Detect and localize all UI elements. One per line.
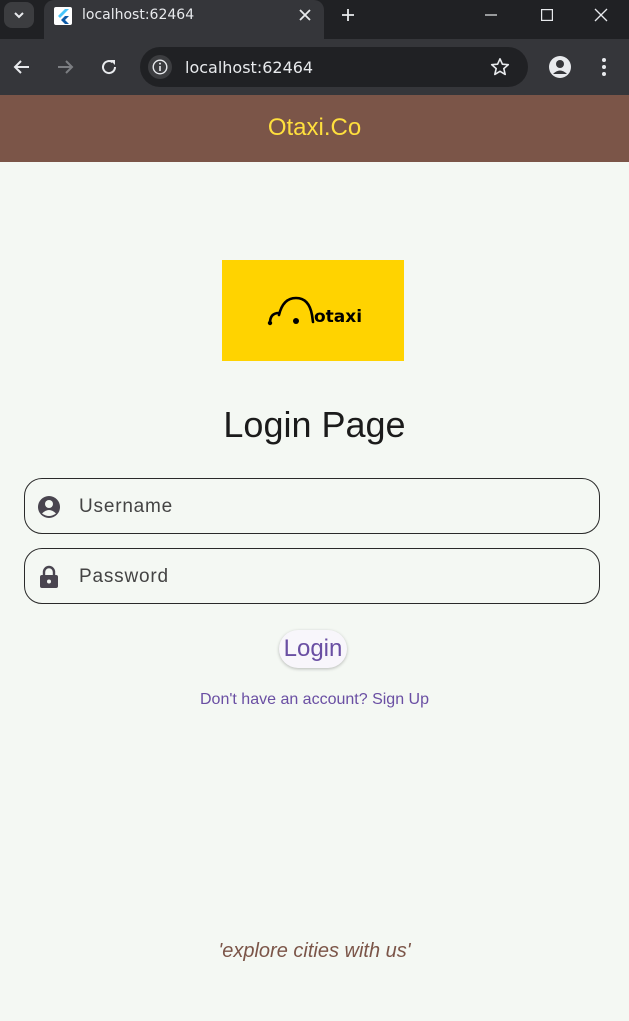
app-bar: Otaxi.Co (0, 95, 629, 162)
reload-button[interactable] (95, 53, 123, 81)
tab-title: localhost:62464 (82, 7, 195, 23)
site-info-button[interactable] (148, 55, 172, 79)
address-bar[interactable]: localhost:62464 (140, 47, 528, 87)
chevron-down-icon (14, 12, 24, 19)
minimize-icon (485, 14, 497, 16)
browser-toolbar: localhost:62464 (0, 39, 629, 95)
info-icon (152, 59, 168, 75)
close-icon (299, 9, 311, 21)
forward-icon (58, 60, 74, 74)
star-icon (490, 58, 510, 76)
otaxi-logo: otaxi (222, 260, 404, 361)
forward-button[interactable] (51, 53, 79, 81)
app-title: Otaxi.Co (267, 113, 362, 141)
reload-icon (102, 60, 117, 75)
login-button[interactable]: Login (279, 630, 347, 668)
tab-search-button[interactable] (4, 2, 34, 28)
taxi-logo-icon: otaxi (267, 296, 362, 327)
window-close-button[interactable] (573, 0, 629, 30)
window-close-icon (594, 8, 608, 22)
username-input[interactable] (77, 479, 581, 535)
account-circle-icon (38, 496, 60, 518)
browser-tab-strip: localhost:62464 (0, 0, 629, 39)
page-title: Login Page (223, 404, 406, 445)
profile-icon (549, 56, 571, 78)
browser-menu-button[interactable] (590, 53, 618, 81)
bookmark-button[interactable] (488, 55, 512, 79)
back-button[interactable] (8, 53, 36, 81)
flutter-favicon-icon (54, 7, 72, 25)
lock-icon (40, 565, 58, 588)
minimize-button[interactable] (463, 0, 519, 30)
username-field[interactable] (24, 478, 600, 535)
signup-link[interactable]: Don't have an account? Sign Up (0, 691, 629, 709)
maximize-button[interactable] (519, 0, 575, 30)
maximize-icon (541, 9, 553, 21)
address-url: localhost:62464 (185, 58, 314, 77)
password-input[interactable] (77, 549, 581, 605)
new-tab-button[interactable] (336, 3, 360, 27)
more-vert-icon (602, 58, 606, 76)
tab-close-button[interactable] (294, 4, 316, 26)
back-icon (13, 60, 29, 74)
plus-icon (342, 9, 354, 21)
browser-tab[interactable]: localhost:62464 (44, 0, 324, 39)
logo-text: otaxi (314, 307, 362, 327)
profile-button[interactable] (546, 53, 574, 81)
tagline: 'explore cities with us' (218, 940, 411, 962)
password-field[interactable] (24, 548, 600, 605)
